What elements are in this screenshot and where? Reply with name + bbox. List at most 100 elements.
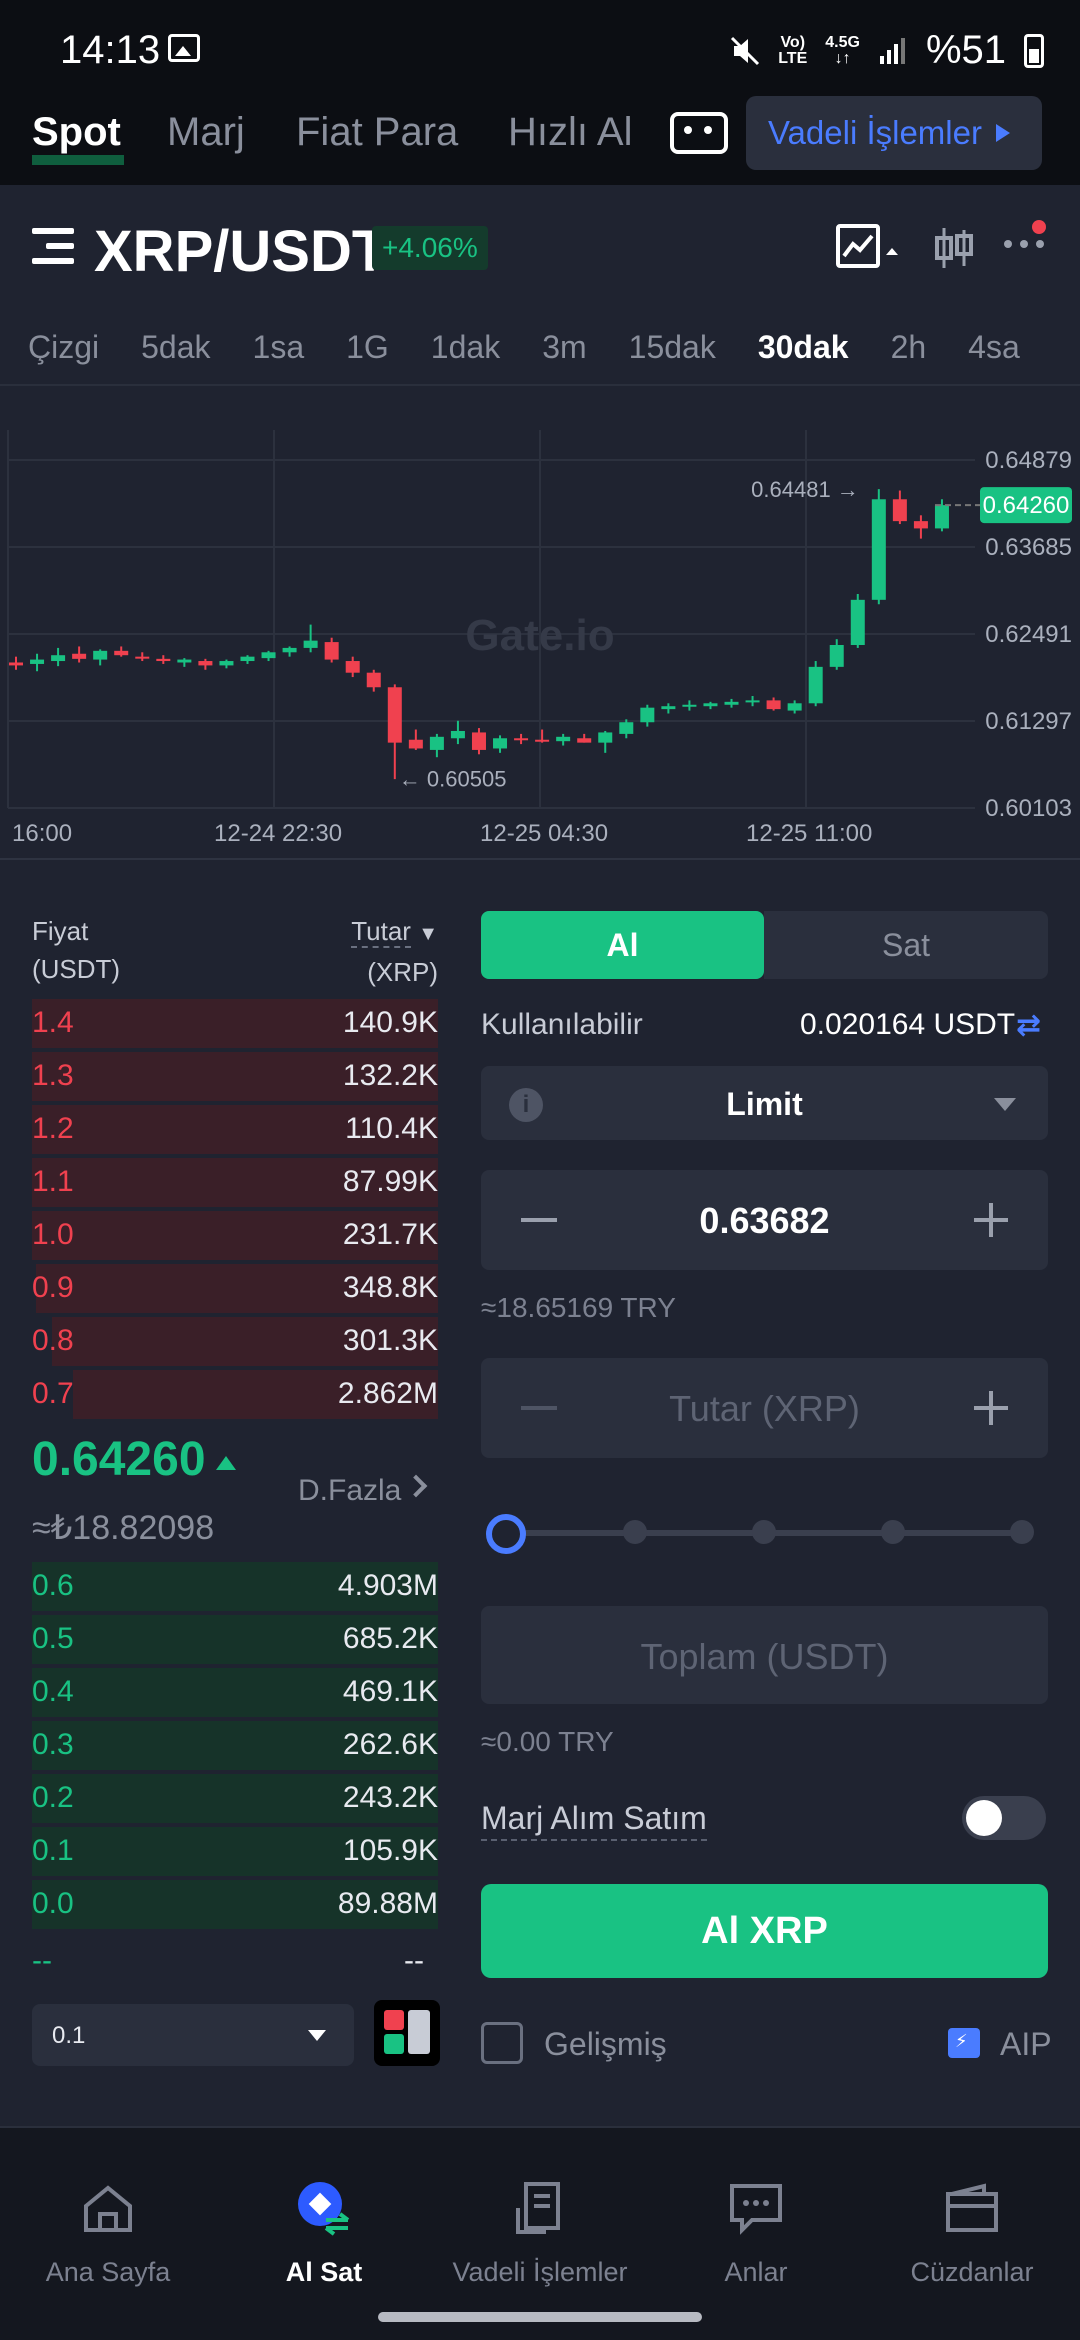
timeframe-option[interactable]: 2h: [891, 329, 927, 366]
candle-body: [829, 645, 844, 667]
tab-spot[interactable]: Spot: [32, 110, 121, 155]
price-input[interactable]: 0.63682: [481, 1200, 1048, 1242]
price-fiat-estimate: ≈18.65169 TRY: [481, 1292, 676, 1323]
candle-body: [745, 700, 760, 703]
orderbook-row[interactable]: 0.9 348.8K: [32, 1262, 438, 1315]
timeframe-option[interactable]: 3m: [542, 329, 586, 366]
orderbook-amount: 87.99K: [342, 1165, 438, 1198]
nav-home[interactable]: Ana Sayfa: [0, 2180, 216, 2288]
amount-stepper[interactable]: Tutar (XRP): [481, 1358, 1048, 1458]
candle-body: [429, 736, 444, 750]
chart-type-icon[interactable]: [836, 224, 880, 268]
timeframe-option[interactable]: 1dak: [431, 329, 500, 366]
tab-fiat[interactable]: Fiat Para: [296, 110, 458, 155]
precision-select[interactable]: 0.1: [32, 2004, 354, 2066]
advanced-checkbox[interactable]: [481, 2022, 523, 2064]
nav-trade[interactable]: Al Sat: [216, 2180, 432, 2288]
orderbook-row[interactable]: 1.4 140.9K: [32, 997, 438, 1050]
aip-icon[interactable]: [948, 2028, 980, 2058]
timeframe-option[interactable]: 1G: [346, 329, 389, 366]
chart-watermark: Gate.io: [465, 611, 614, 660]
buy-xrp-button[interactable]: Al XRP: [481, 1884, 1048, 1978]
x-axis-label: 12-25 11:00: [746, 820, 873, 847]
total-fiat-estimate: ≈0.00 TRY: [481, 1726, 614, 1757]
price-stepper[interactable]: 0.63682: [481, 1170, 1048, 1270]
slider-node-100[interactable]: [1010, 1520, 1034, 1544]
orderbook-row[interactable]: 1.3 132.2K: [32, 1050, 438, 1103]
orderbook-price-header: Fiyat (USDT): [32, 916, 121, 984]
y-axis-label: 0.63685: [985, 534, 1072, 561]
margin-trading-label[interactable]: Marj Alım Satım: [481, 1800, 707, 1841]
orderbook-row[interactable]: 0.1 105.9K: [32, 1825, 438, 1878]
amount-slider-thumb[interactable]: [486, 1514, 526, 1554]
orderbook-amount: 2.862M: [337, 1377, 438, 1410]
orderbook-row[interactable]: 0.3 262.6K: [32, 1719, 438, 1772]
increase-amount-icon-v: [989, 1391, 993, 1425]
nav-moments[interactable]: Anlar: [648, 2180, 864, 2288]
total-input-box[interactable]: Toplam (USDT): [481, 1606, 1048, 1704]
x-axis-label: 12-24 22:30: [214, 820, 343, 847]
orderbook-price: 1.3: [32, 1059, 74, 1092]
order-type-select[interactable]: i Limit: [481, 1066, 1048, 1140]
last-price-fiat: ≈₺18.82098: [32, 1509, 215, 1547]
margin-trading-toggle[interactable]: [962, 1796, 1046, 1840]
candle-body: [766, 700, 781, 710]
orderbook-row[interactable]: 1.0 231.7K: [32, 1209, 438, 1262]
price-up-arrow-icon: [216, 1456, 236, 1470]
candle-body: [471, 732, 486, 750]
slider-node-25[interactable]: [623, 1520, 647, 1544]
gesture-home-bar[interactable]: [378, 2312, 702, 2322]
orderbook-view-icon[interactable]: [374, 2000, 440, 2066]
tab-margin[interactable]: Marj: [167, 110, 245, 155]
tab-quick-buy[interactable]: Hızlı Al: [508, 110, 636, 155]
timeframe-option[interactable]: 5dak: [141, 329, 210, 366]
orderbook-amount-header[interactable]: Tutar ▼ (XRP): [340, 912, 438, 991]
candle-body: [661, 706, 676, 710]
timeframe-option[interactable]: 4sa: [968, 329, 1020, 366]
slider-node-75[interactable]: [881, 1520, 905, 1544]
advanced-label[interactable]: Gelişmiş: [544, 2026, 667, 2063]
pair-menu-icon[interactable]: [32, 228, 74, 268]
last-price: 0.64260: [32, 1433, 206, 1486]
more-depth-link[interactable]: D.Fazla: [298, 1474, 401, 1508]
buy-tab[interactable]: Al: [481, 911, 764, 979]
trading-bot-icon[interactable]: [670, 112, 728, 154]
candle-body: [114, 650, 129, 656]
orderbook-row[interactable]: 0.2 243.2K: [32, 1772, 438, 1825]
orderbook-row[interactable]: 0.5 685.2K: [32, 1613, 438, 1666]
chevron-right-icon[interactable]: [404, 1474, 428, 1498]
orderbook-row[interactable]: 0.4 469.1K: [32, 1666, 438, 1719]
candlestick-settings-icon[interactable]: [934, 226, 974, 270]
timeframe-option[interactable]: 1sa: [253, 329, 305, 366]
candle-body: [219, 661, 234, 666]
precision-value: 0.1: [52, 2022, 86, 2049]
total-input[interactable]: Toplam (USDT): [481, 1636, 1048, 1678]
timeframe-option[interactable]: 15dak: [629, 329, 716, 366]
trading-pair[interactable]: XRP/USDT: [94, 218, 387, 285]
orderbook-row[interactable]: 0.6 4.903M: [32, 1560, 438, 1613]
slider-node-50[interactable]: [752, 1520, 776, 1544]
timeframe-option[interactable]: Çizgi: [28, 329, 99, 366]
orderbook-row[interactable]: 0.7 2.862M: [32, 1368, 438, 1421]
candle-body: [619, 722, 634, 734]
price-chart[interactable]: Gate.io 0.64879 0.63685 0.62491 0.61297 0.601…: [0, 390, 1080, 860]
sell-tab[interactable]: Sat: [764, 911, 1048, 979]
orderbook-row[interactable]: 0.8 301.3K: [32, 1315, 438, 1368]
candle-body: [871, 499, 886, 600]
candle-body: [156, 658, 171, 662]
orderbook-row[interactable]: 0.0 89.88M: [32, 1878, 438, 1931]
aip-link[interactable]: AIP: [1000, 2026, 1052, 2063]
nav-futures[interactable]: Vadeli İşlemler: [432, 2180, 648, 2288]
orderbook-row[interactable]: 1.1 87.99K: [32, 1156, 438, 1209]
orderbook-price: 0.3: [32, 1728, 74, 1761]
orderbook-price: 1.2: [32, 1112, 74, 1145]
candle-body: [240, 656, 255, 662]
orderbook-row[interactable]: 1.2 110.4K: [32, 1103, 438, 1156]
nav-wallets[interactable]: Cüzdanlar: [864, 2180, 1080, 2288]
amount-input[interactable]: Tutar (XRP): [481, 1388, 1048, 1430]
chevron-down-icon: [308, 2030, 326, 2041]
more-options-icon[interactable]: [1004, 240, 1044, 248]
timeframe-option[interactable]: 30dak: [758, 329, 849, 366]
transfer-icon[interactable]: ⇄: [1016, 1008, 1041, 1043]
futures-button[interactable]: Vadeli İşlemler: [746, 96, 1042, 170]
